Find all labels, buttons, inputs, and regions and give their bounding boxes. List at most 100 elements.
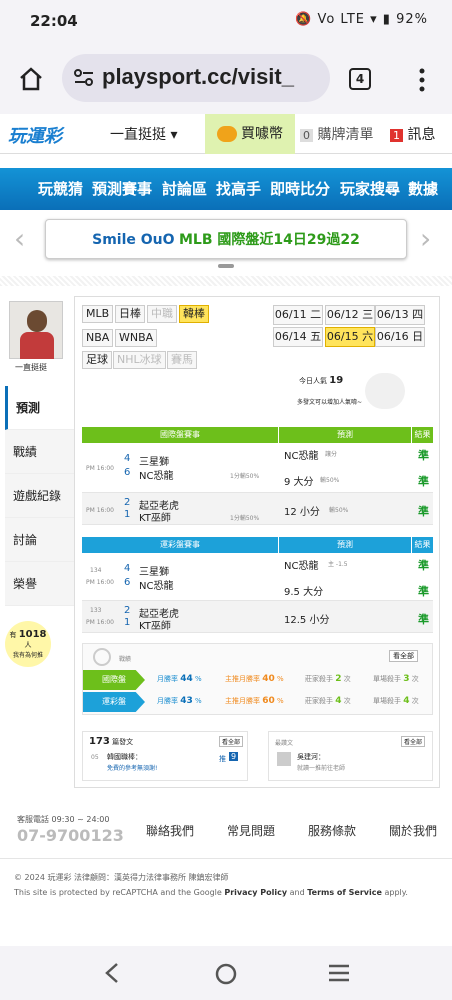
site-settings-icon[interactable] bbox=[74, 69, 94, 87]
footer-link-terms[interactable]: 服務條款 bbox=[308, 822, 356, 839]
menu-item-data[interactable]: 數據 bbox=[408, 178, 438, 199]
table-row[interactable]: PM 16:00 2 1 起亞老虎 KT巫師 1分輸50% 12 小分 輸50%… bbox=[82, 493, 433, 525]
menu-item-games[interactable]: 玩競猜 bbox=[38, 178, 83, 199]
posts-more-button[interactable]: 看全部 bbox=[219, 736, 244, 747]
best-post-sub[interactable]: 就讀一推前往老師 bbox=[297, 763, 345, 772]
league-tab-horse[interactable]: 賽馬 bbox=[167, 351, 197, 369]
stat-label: 單場殺手 bbox=[373, 697, 401, 705]
post-tag: 推 bbox=[219, 755, 226, 763]
menu-item-player-search[interactable]: 玩家搜尋 bbox=[340, 178, 400, 199]
intl-header: 國際盤賽事 bbox=[82, 427, 278, 443]
league-tab-cpbl[interactable]: 中職 bbox=[147, 305, 177, 323]
back-icon[interactable] bbox=[104, 962, 120, 984]
divider bbox=[0, 276, 452, 286]
date-tab[interactable]: 06/11 二 bbox=[273, 305, 323, 325]
stat-label: 莊家殺手 bbox=[305, 675, 333, 683]
menu-item-experts[interactable]: 找高手 bbox=[216, 178, 261, 199]
table-row[interactable]: 134 PM 16:00 4 6 三星獅 NC恐龍 NC恐龍 主 -1.5 準 … bbox=[82, 553, 433, 601]
footer-link-contact[interactable]: 聯絡我們 bbox=[146, 822, 194, 839]
pick-note: 主 -1.5 bbox=[328, 561, 348, 568]
menu-item-live-score[interactable]: 即時比分 bbox=[270, 178, 330, 199]
chevron-right-icon[interactable]: › bbox=[420, 224, 440, 254]
game-no: 134 bbox=[90, 567, 102, 574]
table-row[interactable]: PM 16:00 4 6 三星獅 NC恐龍 1分輸50% NC恐龍 讓分 準 9… bbox=[82, 443, 433, 493]
result-mark: 準 bbox=[418, 449, 429, 462]
user-menu[interactable]: 一直挺挺 ▾ bbox=[110, 124, 177, 144]
notice-name: Smile OuO bbox=[92, 232, 175, 248]
date-tab[interactable]: 06/16 日 bbox=[375, 327, 425, 347]
stat-label: 主推月勝率 bbox=[225, 697, 260, 705]
intl-pred-header: 預測 bbox=[279, 427, 411, 443]
chevron-left-icon[interactable]: ‹ bbox=[14, 224, 34, 254]
profile-name[interactable]: 一直挺挺 bbox=[15, 362, 47, 373]
post-title[interactable]: 韓國職棒： bbox=[107, 752, 142, 762]
menu-item-forum[interactable]: 討論區 bbox=[162, 178, 207, 199]
side-tab-honor[interactable]: 榮譽 bbox=[5, 562, 75, 606]
main-menu: 玩競猜 預測賽事 討論區 找高手 即時比分 玩家搜尋 數據 bbox=[0, 168, 452, 210]
game-time: PM 16:00 bbox=[86, 579, 114, 586]
recents-icon[interactable] bbox=[328, 964, 350, 982]
date-tab[interactable]: 06/14 五 bbox=[273, 327, 323, 347]
menu-item-predictions[interactable]: 預測賽事 bbox=[92, 178, 152, 199]
pick: 9.5 大分 bbox=[284, 587, 324, 598]
league-tab-nhl[interactable]: NHL冰球 bbox=[113, 351, 166, 369]
posts-box: 173 篇發文 看全部 05 韓國職棒： 免費的參考無須謝! 推 9 bbox=[82, 731, 248, 781]
footer-link-faq[interactable]: 常見問題 bbox=[227, 822, 275, 839]
date-tab[interactable]: 06/12 三 bbox=[325, 305, 375, 325]
side-tab-record[interactable]: 戰績 bbox=[5, 430, 75, 474]
url-bar[interactable]: playsport.cc/visit_ bbox=[62, 54, 330, 102]
stat-value: 40 bbox=[262, 674, 275, 684]
browser-toolbar: playsport.cc/visit_ 4 bbox=[0, 44, 452, 114]
league-tab-npb[interactable]: 日棒 bbox=[115, 305, 145, 323]
home-icon[interactable] bbox=[18, 66, 44, 92]
cart-count: 0 bbox=[300, 129, 313, 142]
tab-switcher-button[interactable]: 4 bbox=[349, 68, 371, 90]
privacy-policy-link[interactable]: Privacy Policy bbox=[224, 888, 287, 897]
avatar[interactable] bbox=[9, 301, 63, 359]
pick: NC恐龍 bbox=[284, 561, 319, 572]
message-button[interactable]: 1 訊息 bbox=[390, 124, 435, 144]
post-sub[interactable]: 免費的參考無須謝! bbox=[107, 763, 157, 772]
score: 6 bbox=[124, 467, 131, 478]
status-bar: 22:04 🔕 Vo LTE ▾ ▮ 92% bbox=[0, 0, 452, 44]
stat-value: 60 bbox=[262, 696, 275, 706]
date-tab-selected[interactable]: 06/15 六 bbox=[325, 327, 375, 347]
best-post-author[interactable]: 吳建河： bbox=[297, 752, 325, 762]
fans-unit: 人 bbox=[24, 641, 32, 649]
more-menu-icon[interactable] bbox=[418, 68, 426, 92]
fans-sub: 我有為何推 bbox=[12, 652, 43, 659]
buy-coin-button[interactable]: 買噱幣 bbox=[205, 114, 295, 154]
buy-coin-label: 買噱幣 bbox=[241, 126, 283, 142]
user-name: 一直挺挺 bbox=[110, 127, 166, 143]
league-tab-kbo[interactable]: 韓棒 bbox=[179, 305, 209, 323]
cart-button[interactable]: 0 購牌清單 bbox=[300, 124, 373, 144]
table-row[interactable]: 133 PM 16:00 2 1 起亞老虎 KT巫師 12.5 小分 準 bbox=[82, 601, 433, 633]
terms-link[interactable]: Terms of Service bbox=[307, 888, 382, 897]
footer-link-about[interactable]: 關於我們 bbox=[389, 822, 437, 839]
stat-unit: 次 bbox=[411, 697, 419, 705]
stat-value: 3 bbox=[403, 674, 410, 684]
league-tab-mlb[interactable]: MLB bbox=[82, 305, 114, 323]
team-home: KT巫師 bbox=[139, 513, 171, 524]
league-tab-nba[interactable]: NBA bbox=[82, 329, 114, 347]
result-mark: 準 bbox=[418, 585, 429, 598]
stat-unit: 次 bbox=[343, 675, 351, 683]
popularity-label: 今日人氣 bbox=[299, 377, 327, 385]
side-tab-game-log[interactable]: 遊戲紀錄 bbox=[5, 474, 75, 518]
record-more-button[interactable]: 看全部 bbox=[389, 650, 418, 662]
notice-banner[interactable]: Smile OuO MLB 國際盤近14日29過22 bbox=[45, 219, 407, 259]
site-logo[interactable]: 玩運彩 bbox=[8, 122, 62, 148]
date-tab[interactable]: 06/13 四 bbox=[375, 305, 425, 325]
fans-badge[interactable]: 有 1018 人 我有為何推 bbox=[5, 621, 51, 667]
league-tab-soccer[interactable]: 足球 bbox=[82, 351, 112, 369]
message-label: 訊息 bbox=[407, 127, 436, 143]
coin-icon bbox=[217, 126, 237, 142]
league-tab-wnba[interactable]: WNBA bbox=[115, 329, 158, 347]
home-nav-icon[interactable] bbox=[214, 962, 238, 986]
side-tab-discussion[interactable]: 討論 bbox=[5, 518, 75, 562]
side-tab-prediction[interactable]: 預測 bbox=[5, 386, 75, 430]
score: 2 bbox=[124, 497, 131, 508]
phone-number[interactable]: 07-9700123 bbox=[17, 826, 124, 845]
best-posts-more-button[interactable]: 看全部 bbox=[401, 736, 426, 747]
carousel-dots bbox=[218, 264, 234, 268]
